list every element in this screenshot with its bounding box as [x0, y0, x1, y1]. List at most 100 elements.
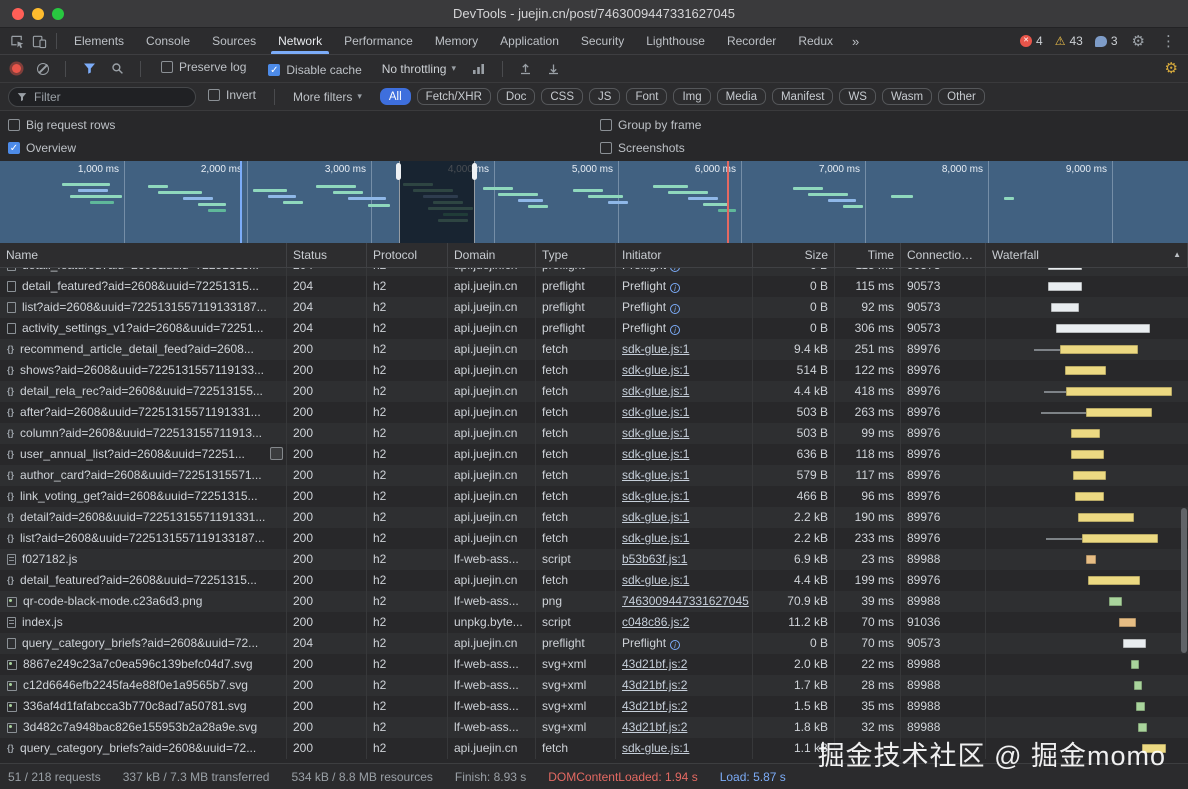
tab-recorder[interactable]: Recorder: [716, 28, 787, 54]
initiator-link[interactable]: 43d21bf.js:2: [622, 699, 687, 713]
invert-checkbox[interactable]: Invert: [200, 88, 264, 102]
column-header-waterfall[interactable]: Waterfall▲: [986, 243, 1188, 268]
zoom-window-button[interactable]: [52, 8, 64, 20]
filter-chip-other[interactable]: Other: [938, 88, 985, 105]
tab-performance[interactable]: Performance: [333, 28, 424, 54]
initiator-link[interactable]: sdk-glue.js:1: [622, 405, 689, 419]
table-row[interactable]: {}detail_featured?aid=2608&uuid=72251315…: [0, 570, 1188, 591]
column-header-status[interactable]: Status: [287, 243, 367, 268]
initiator-link[interactable]: sdk-glue.js:1: [622, 573, 689, 587]
table-row[interactable]: detail_featured?aid=2608&uuid=72251315..…: [0, 268, 1188, 276]
initiator-link[interactable]: sdk-glue.js:1: [622, 468, 689, 482]
table-row[interactable]: {}list?aid=2608&uuid=7225131557119133187…: [0, 528, 1188, 549]
column-header-type[interactable]: Type: [536, 243, 616, 268]
filter-chip-font[interactable]: Font: [626, 88, 667, 105]
table-row[interactable]: 3d482c7a948bac826e155953b2a28a9e.svg200h…: [0, 717, 1188, 738]
tab-application[interactable]: Application: [489, 28, 570, 54]
initiator-link[interactable]: sdk-glue.js:1: [622, 489, 689, 503]
column-header-size[interactable]: Size: [753, 243, 835, 268]
tab-security[interactable]: Security: [570, 28, 635, 54]
export-har-icon[interactable]: [543, 58, 565, 80]
table-row[interactable]: qr-code-black-mode.c23a6d3.png200h2lf-we…: [0, 591, 1188, 612]
selection-handle-left[interactable]: [396, 163, 401, 180]
initiator-link[interactable]: sdk-glue.js:1: [622, 426, 689, 440]
selection-window[interactable]: [399, 161, 475, 243]
table-row[interactable]: c12d6646efb2245fa4e88f0e1a9565b7.svg200h…: [0, 675, 1188, 696]
table-row[interactable]: {}after?aid=2608&uuid=72251315571191331.…: [0, 402, 1188, 423]
selection-handle-right[interactable]: [472, 163, 477, 180]
initiator-link[interactable]: 43d21bf.js:2: [622, 720, 687, 734]
record-network-log-button[interactable]: [12, 64, 21, 73]
column-header-connectio[interactable]: Connectio…: [901, 243, 986, 268]
filter-chip-css[interactable]: CSS: [541, 88, 583, 105]
option-group-by-frame-checkbox[interactable]: Group by frame: [592, 118, 1188, 132]
throttling-dropdown[interactable]: No throttling ▾: [376, 62, 462, 76]
option-screenshots-checkbox[interactable]: Screenshots: [592, 141, 1188, 155]
tab-redux[interactable]: Redux: [787, 28, 844, 54]
preflight-info-icon[interactable]: i: [670, 304, 680, 314]
initiator-link[interactable]: sdk-glue.js:1: [622, 384, 689, 398]
initiator-link[interactable]: sdk-glue.js:1: [622, 510, 689, 524]
initiator-link[interactable]: sdk-glue.js:1: [622, 531, 689, 545]
preflight-info-icon[interactable]: i: [670, 640, 680, 650]
table-row[interactable]: 8867e249c23a7c0ea596c139befc04d7.svg200h…: [0, 654, 1188, 675]
tab-sources[interactable]: Sources: [201, 28, 267, 54]
minimize-window-button[interactable]: [32, 8, 44, 20]
table-row[interactable]: activity_settings_v1?aid=2608&uuid=72251…: [0, 318, 1188, 339]
error-badge[interactable]: ✕ 4: [1020, 34, 1043, 48]
tab-console[interactable]: Console: [135, 28, 201, 54]
table-row[interactable]: {}shows?aid=2608&uuid=7225131557119133..…: [0, 360, 1188, 381]
more-filters-dropdown[interactable]: More filters ▾: [285, 90, 370, 104]
overview-timeline[interactable]: 1,000 ms2,000 ms3,000 ms4,000 ms5,000 ms…: [0, 161, 1188, 243]
preflight-info-icon[interactable]: i: [670, 268, 680, 272]
filter-chip-wasm[interactable]: Wasm: [882, 88, 932, 105]
network-conditions-icon[interactable]: [468, 58, 490, 80]
import-har-icon[interactable]: [515, 58, 537, 80]
initiator-link[interactable]: b53b63f.js:1: [622, 552, 687, 566]
initiator-link[interactable]: 7463009447331627045: [622, 594, 749, 608]
initiator-link[interactable]: 43d21bf.js:2: [622, 678, 687, 692]
network-settings-gear-icon[interactable]: ⚙: [1163, 61, 1180, 76]
table-row[interactable]: index.js200h2unpkg.byte...scriptc048c86.…: [0, 612, 1188, 633]
table-row[interactable]: {}detail_rela_rec?aid=2608&uuid=72251315…: [0, 381, 1188, 402]
column-header-domain[interactable]: Domain: [448, 243, 536, 268]
initiator-link[interactable]: sdk-glue.js:1: [622, 447, 689, 461]
table-row[interactable]: {}author_card?aid=2608&uuid=72251315571.…: [0, 465, 1188, 486]
settings-gear-icon[interactable]: ⚙: [1130, 34, 1147, 49]
more-tabs-button[interactable]: »: [844, 34, 867, 49]
search-icon[interactable]: [106, 58, 128, 80]
tab-memory[interactable]: Memory: [424, 28, 489, 54]
table-row[interactable]: {}query_category_briefs?aid=2608&uuid=72…: [0, 738, 1188, 759]
table-row[interactable]: {}column?aid=2608&uuid=722513155711913..…: [0, 423, 1188, 444]
tab-lighthouse[interactable]: Lighthouse: [635, 28, 716, 54]
clear-network-log-icon[interactable]: [37, 63, 49, 75]
column-header-time[interactable]: Time: [835, 243, 901, 268]
preflight-info-icon[interactable]: i: [670, 325, 680, 335]
option-big-request-rows-checkbox[interactable]: Big request rows: [0, 118, 592, 132]
initiator-link[interactable]: sdk-glue.js:1: [622, 363, 689, 377]
table-row[interactable]: {}link_voting_get?aid=2608&uuid=72251315…: [0, 486, 1188, 507]
table-row[interactable]: 336af4d1fafabcca3b770c8ad7a50781.svg200h…: [0, 696, 1188, 717]
table-row[interactable]: {}user_annual_list?aid=2608&uuid=72251..…: [0, 444, 1188, 465]
table-row[interactable]: list?aid=2608&uuid=7225131557119133187..…: [0, 297, 1188, 318]
filter-toggle-icon[interactable]: [78, 58, 100, 80]
table-row[interactable]: {}detail?aid=2608&uuid=72251315571191331…: [0, 507, 1188, 528]
filter-chip-ws[interactable]: WS: [839, 88, 876, 105]
preflight-info-icon[interactable]: i: [670, 283, 680, 293]
filter-chip-fetch-xhr[interactable]: Fetch/XHR: [417, 88, 491, 105]
filter-chip-media[interactable]: Media: [717, 88, 766, 105]
table-row[interactable]: query_category_briefs?aid=2608&uuid=72..…: [0, 633, 1188, 654]
initiator-link[interactable]: 43d21bf.js:2: [622, 657, 687, 671]
device-toolbar-icon[interactable]: [28, 30, 50, 52]
column-header-initiator[interactable]: Initiator: [616, 243, 753, 268]
issues-badge[interactable]: 3: [1095, 34, 1118, 48]
filter-chip-manifest[interactable]: Manifest: [772, 88, 833, 105]
filter-chip-doc[interactable]: Doc: [497, 88, 535, 105]
initiator-link[interactable]: c048c86.js:2: [622, 615, 689, 629]
row-action-icon[interactable]: [270, 447, 283, 460]
column-header-protocol[interactable]: Protocol: [367, 243, 448, 268]
filter-chip-img[interactable]: Img: [673, 88, 710, 105]
filter-input[interactable]: [32, 89, 187, 105]
initiator-link[interactable]: sdk-glue.js:1: [622, 741, 689, 755]
tab-elements[interactable]: Elements: [63, 28, 135, 54]
